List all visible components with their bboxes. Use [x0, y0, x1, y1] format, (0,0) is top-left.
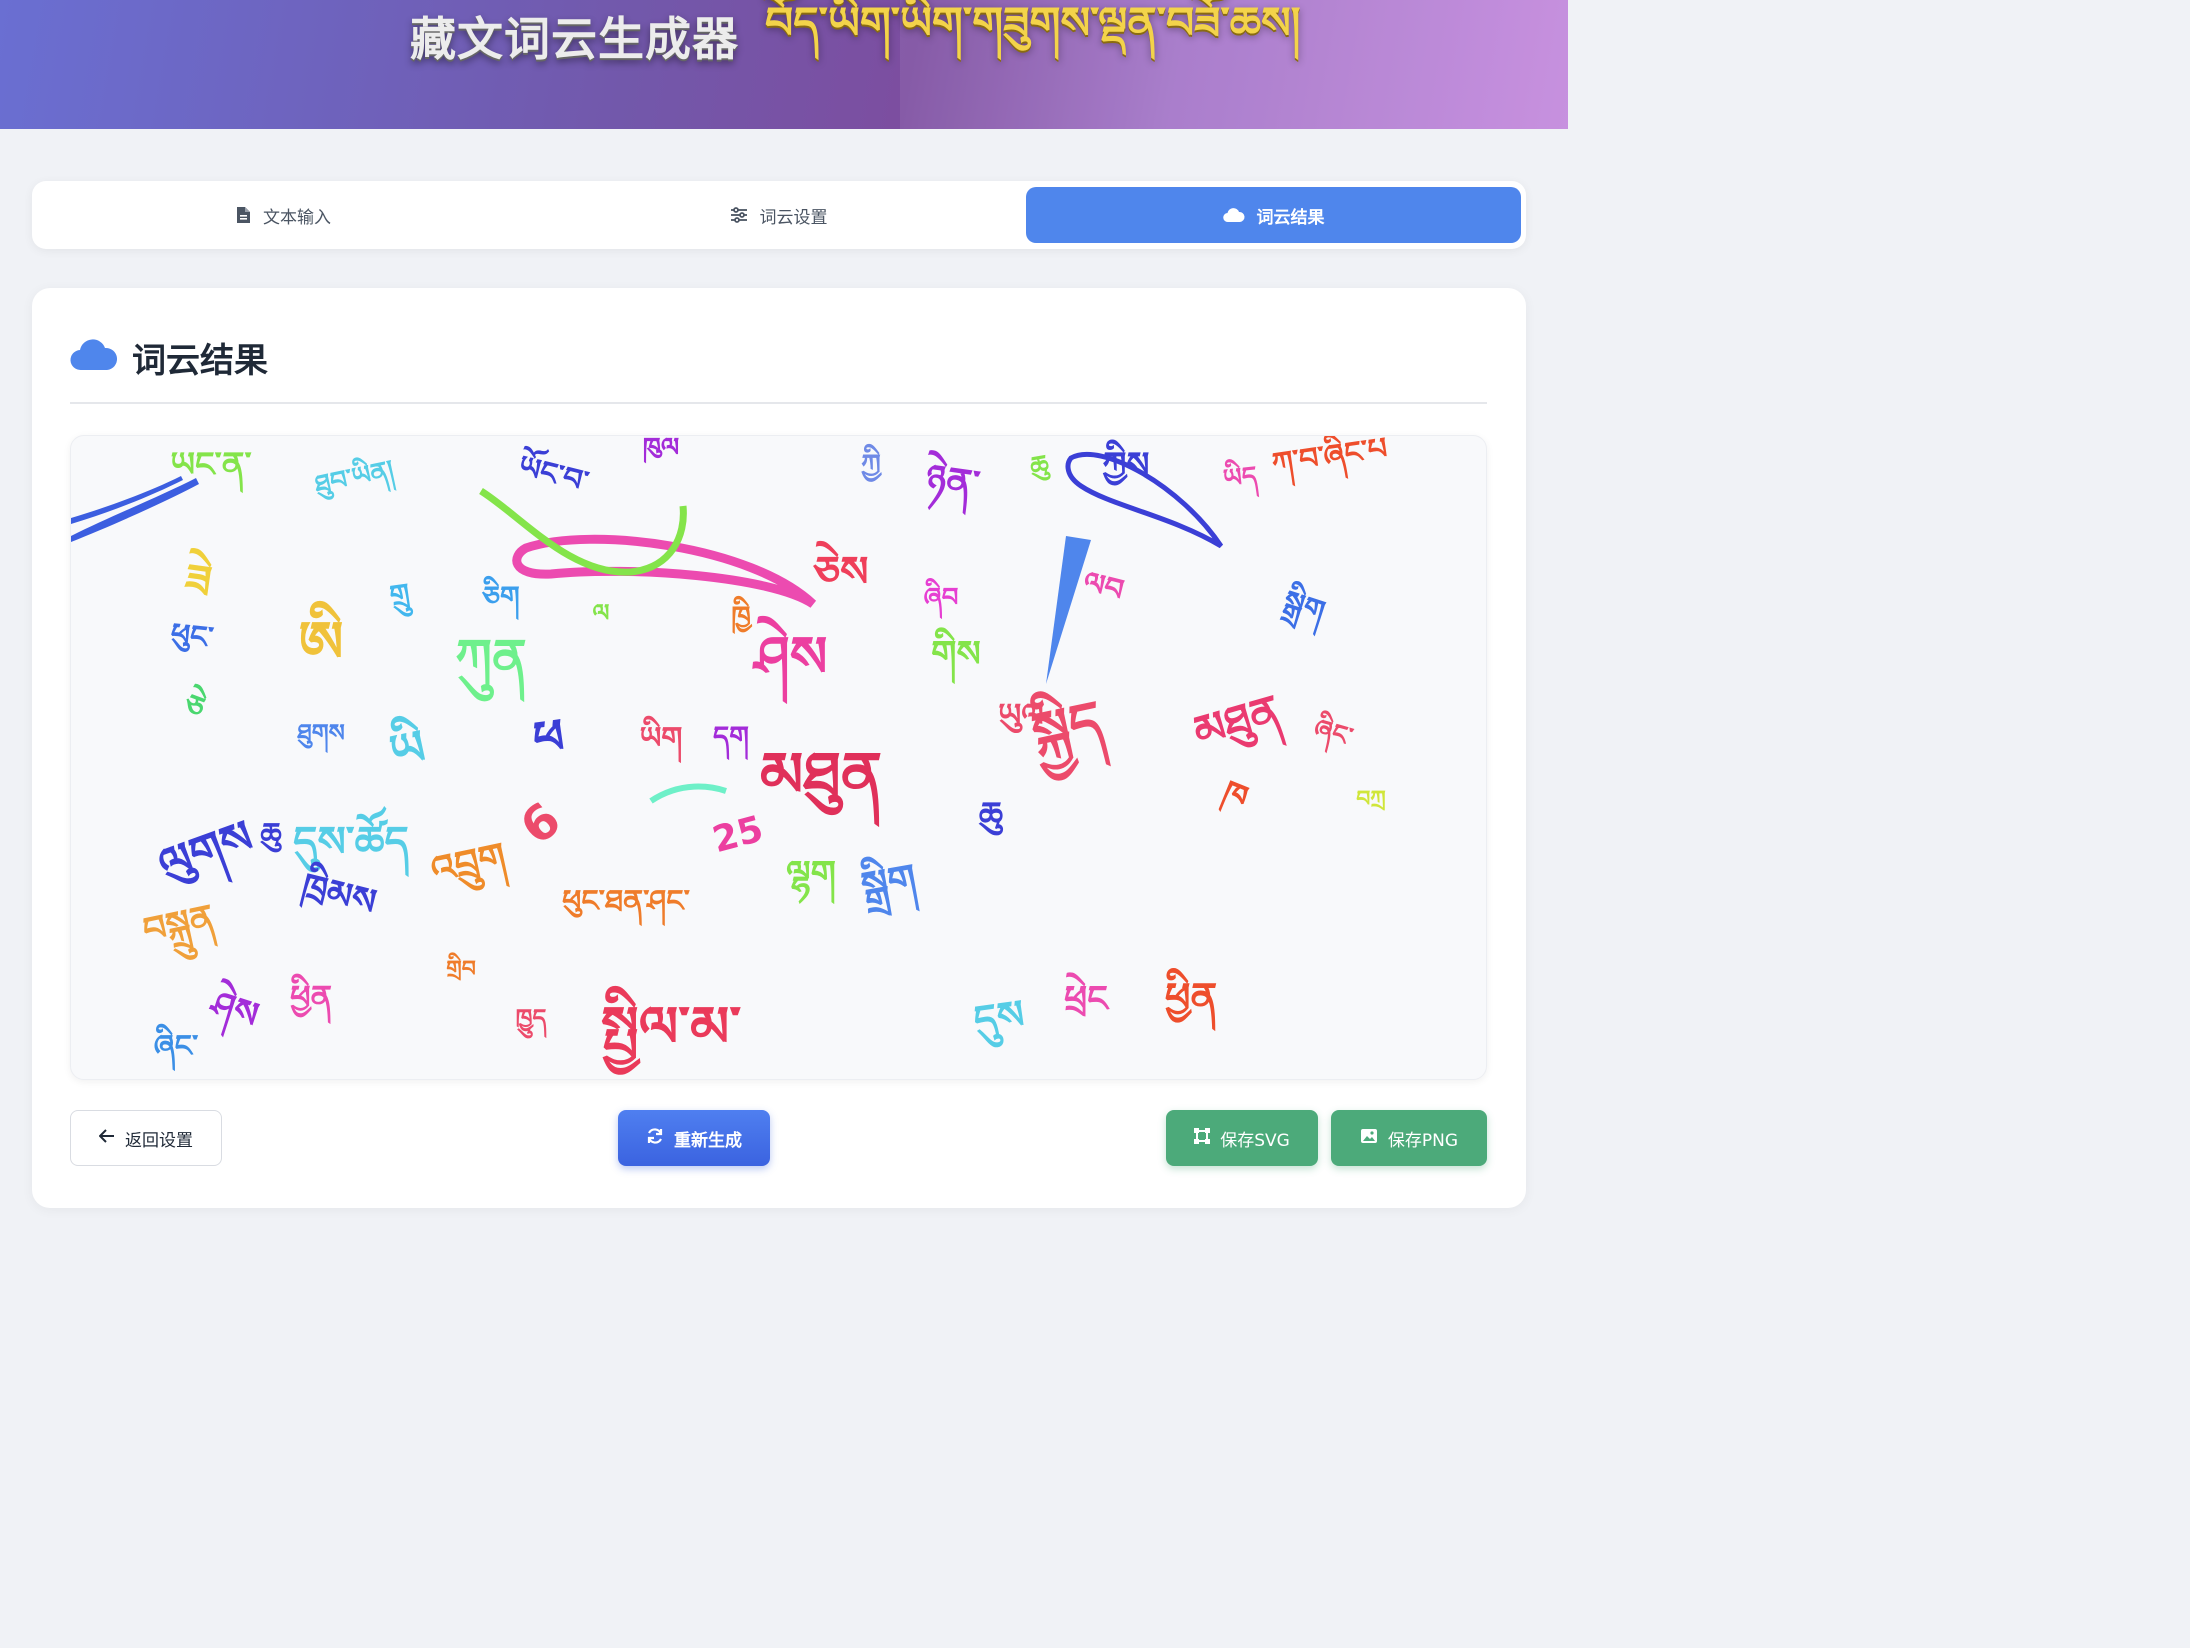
cloud-word: ཟེ — [181, 547, 215, 609]
cloud-word: ཀུན — [455, 629, 526, 703]
cloud-word: ཤེས — [751, 615, 827, 705]
cloud-word: ཕྲེང — [1064, 972, 1110, 1020]
save-png-button[interactable]: 保存PNG — [1331, 1110, 1487, 1166]
cloud-word: ཕུང་ — [169, 617, 216, 656]
cloud-word: 6 — [510, 792, 572, 856]
cloud-word: ཀ་བ་ཞིང་པ — [1269, 436, 1391, 490]
cloud-word: སྒྲིག — [856, 849, 921, 922]
cloud-word: འབྲུག — [427, 834, 512, 903]
cloud-word: ཕུང་ཐན་ཤང་ — [562, 884, 690, 927]
cloud-word: ལབ — [1079, 565, 1127, 609]
cloud-word: ཨི — [299, 600, 344, 675]
result-title: 词云结果 — [132, 340, 268, 381]
cloud-word: ཅེ — [178, 681, 211, 726]
cloud-word: ཁྲིམས — [297, 859, 382, 926]
tab-text-input[interactable]: 文本输入 — [36, 187, 531, 243]
back-label: 返回设置 — [125, 1130, 193, 1151]
vector-icon — [1194, 1127, 1211, 1149]
save-svg-label: 保存SVG — [1220, 1130, 1290, 1151]
cloud-word: དུས — [971, 992, 1028, 1050]
regen-label: 重新生成 — [674, 1130, 742, 1151]
save-png-label: 保存PNG — [1387, 1130, 1459, 1151]
cloud-word: ཡི — [383, 712, 430, 782]
cloud-word: ལུགས — [151, 809, 264, 905]
cloud-word: སྐྱིད — [1024, 679, 1113, 785]
file-icon — [236, 206, 251, 224]
cloud-word: ཅེས — [812, 540, 868, 596]
cloud-word: 25 — [709, 809, 768, 862]
tab-label: 词云设置 — [759, 207, 828, 228]
cloud-word: ཉེན་ — [920, 449, 983, 517]
app-title-zh: 藏文词云生成器 — [410, 12, 739, 66]
cloud-word: གྲུ — [388, 577, 414, 620]
cloud-word: ལ — [593, 599, 610, 627]
tab-bar: 文本输入 词云设置 词云结果 — [32, 181, 1526, 249]
cloud-word: ཡིད — [1221, 456, 1259, 501]
cloud-word: དག — [713, 720, 749, 761]
divider — [70, 402, 1487, 404]
cloud-word: ཞིབ — [924, 578, 959, 620]
back-to-settings-button[interactable]: 返回设置 — [70, 1110, 222, 1166]
cloud-word: སྤྱིལ་མ་ — [601, 985, 741, 1075]
save-svg-button[interactable]: 保存SVG — [1166, 1110, 1318, 1166]
word-cloud-canvas: ཡང་ན་ ཐུབ་ཡིན། ཡོང་བ་ ཁུལ ཀྱི ཉེན་ ཆུ ཀྱིས ཡིད ཀ་… — [70, 435, 1487, 1080]
cloud-word: ཕྱིན — [290, 973, 332, 1025]
cloud-word: བཀྲ — [1356, 787, 1386, 812]
cloud-word: གིས — [931, 627, 981, 685]
cloud-word: མཐུན — [760, 738, 882, 828]
cloud-word: ཡིག — [640, 715, 683, 764]
regenerate-button[interactable]: 重新生成 — [618, 1110, 770, 1166]
cloud-word: ལྷག — [786, 854, 836, 905]
cloud-word: ཆུ — [259, 817, 282, 853]
cloud-word: ཁ — [1216, 773, 1253, 820]
tab-cloud-result[interactable]: 词云结果 — [1026, 187, 1521, 243]
refresh-icon — [646, 1127, 664, 1150]
tab-cloud-settings[interactable]: 词云设置 — [531, 187, 1026, 243]
result-card: 词云结果 ཡང་ན་ ཐུབ་ཡིན། ཡོང་བ་ ཁུལ ཀྱི ཉེན་ ཆུ ཀྱིས… — [32, 288, 1526, 1208]
sliders-icon — [730, 207, 748, 223]
cloud-word: མཐུན — [1188, 686, 1289, 770]
image-icon — [1360, 1128, 1378, 1149]
cloud-word: ཅིག — [481, 575, 520, 621]
cloud-word: ཐུབ་ཡིན། — [310, 450, 398, 508]
cloud-word: ཀྱིས — [1103, 439, 1150, 486]
cloud-word: ཤེས — [201, 976, 266, 1046]
cloud-icon — [70, 338, 118, 376]
cloud-stroke — [479, 488, 687, 576]
result-heading: 词云结果 — [70, 334, 268, 381]
app-title: 藏文词云生成器 བོད་ཡིག་ཡིག་གཟུགས་ལྡན་བཟོ་ཆས། — [410, 0, 1301, 68]
cloud-word: སྒྲིག — [1276, 578, 1330, 637]
cloud-word: གྲིབ — [446, 952, 476, 982]
cloud-word: བསྐྲུན — [139, 897, 221, 969]
cloud-word: ཆུ — [1027, 450, 1052, 484]
cloud-word: ཁྱུད — [516, 1004, 547, 1039]
tab-label: 文本输入 — [263, 207, 331, 228]
app-header: 藏文词云生成器 བོད་ཡིག་ཡིག་གཟུགས་ལྡན་བཟོ་ཆས། — [0, 0, 1568, 129]
cloud-word: ཞིང་ — [1309, 709, 1358, 760]
cloud-word: ཁུལ — [643, 436, 680, 464]
cloud-word: ཞིང་ — [154, 1023, 199, 1072]
cloud-word: ཡོང་བ་ — [515, 442, 595, 500]
app-title-bo: བོད་ཡིག་ཡིག་གཟུགས་ལྡན་བཟོ་ཆས། — [765, 0, 1301, 49]
arrow-left-icon — [98, 1128, 115, 1148]
cloud-word: ཀྱི — [861, 443, 882, 482]
cloud-word: ཐུགས — [296, 719, 345, 754]
cloud-word: ཕྱིན — [1165, 968, 1217, 1032]
tab-label: 词云结果 — [1256, 207, 1325, 228]
cloud-stroke — [649, 783, 727, 804]
cloud-word: ཕ — [530, 708, 568, 768]
word-cloud-svg: ཡང་ན་ ཐུབ་ཡིན། ཡོང་བ་ཁུལ ཀྱི ཉེན་ ཆུ ཀྱིས ཡིད ཀ་… — [71, 436, 1391, 1075]
cloud-stroke — [1046, 536, 1091, 684]
cloud-icon — [1222, 207, 1245, 223]
cloud-stroke — [71, 478, 199, 542]
cloud-word: ཁྱི — [731, 595, 752, 634]
cloud-word: ཆུ — [978, 795, 1004, 836]
